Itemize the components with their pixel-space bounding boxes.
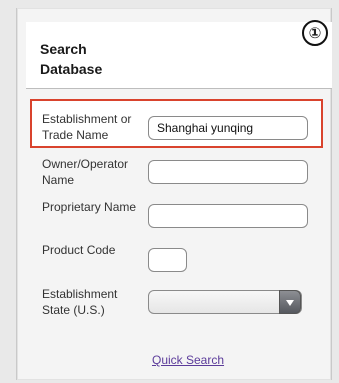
product-code-input[interactable]: [148, 248, 187, 272]
quick-search-link[interactable]: Quick Search: [152, 353, 224, 367]
proprietary-name-input[interactable]: [148, 204, 308, 228]
product-code-label: Product Code: [42, 243, 116, 257]
establishment-name-label: Establishment or Trade Name: [42, 112, 132, 142]
establishment-state-label: Establishment State (U.S.): [42, 287, 118, 317]
page-title: Search Database: [40, 41, 103, 77]
chevron-down-icon[interactable]: [279, 290, 301, 314]
establishment-state-select[interactable]: [148, 290, 302, 314]
owner-operator-label: Owner/Operator Name: [42, 157, 129, 187]
owner-operator-input[interactable]: [148, 160, 308, 184]
proprietary-name-label: Proprietary Name: [42, 200, 137, 214]
search-header-panel: Search Database: [26, 22, 332, 89]
step-number-badge: ①: [302, 20, 328, 46]
establishment-name-input[interactable]: Shanghai yunqing: [148, 116, 308, 140]
